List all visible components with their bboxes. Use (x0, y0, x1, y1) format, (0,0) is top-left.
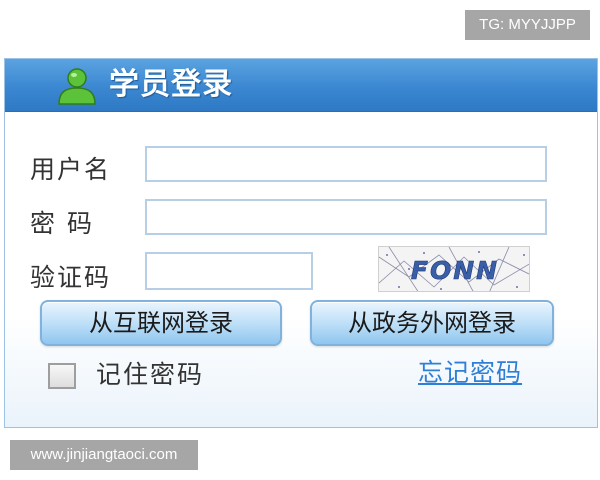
internet-login-button[interactable]: 从互联网登录 (40, 300, 282, 346)
captcha-noise: FONN (379, 247, 529, 291)
forgot-password-link[interactable]: 忘记密码 (418, 356, 522, 390)
user-icon (58, 68, 96, 105)
username-label: 用户名 (30, 155, 112, 184)
remember-password-checkbox[interactable] (48, 363, 76, 389)
panel-header: 学员登录 (5, 59, 597, 112)
remember-password-label: 记住密码 (96, 360, 205, 389)
page: TG: MYYJJPP 学员登录 用户名 密 码 验证码 FONN 从互联网登录… (0, 0, 600, 480)
panel-title: 学员登录 (109, 67, 233, 102)
tg-badge: TG: MYYJJPP (465, 10, 590, 40)
watermark: www.jinjiangtaoci.com (10, 440, 198, 470)
extranet-login-button[interactable]: 从政务外网登录 (310, 300, 554, 346)
captcha-input[interactable] (145, 252, 313, 290)
password-input[interactable] (145, 199, 547, 235)
username-input[interactable] (145, 146, 547, 182)
captcha-image[interactable]: FONN (378, 246, 530, 292)
captcha-label: 验证码 (30, 263, 112, 292)
captcha-text: FONN (411, 256, 499, 285)
password-label: 密 码 (30, 209, 94, 238)
